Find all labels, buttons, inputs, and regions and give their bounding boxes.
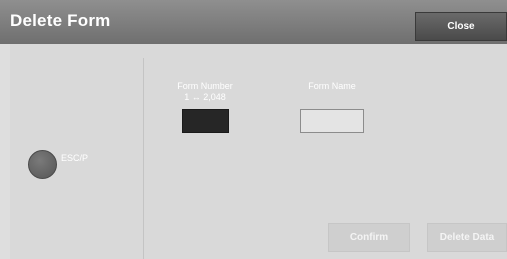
panel-divider [143,58,144,259]
esc-status-indicator-icon [28,150,57,179]
close-button[interactable]: Close [415,12,507,41]
delete-data-button[interactable]: Delete Data [427,223,507,252]
form-number-range: 1 ↔ 2,048 [184,92,226,102]
form-name-field[interactable] [300,109,364,133]
confirm-button[interactable]: Confirm [328,223,410,252]
page-title: Delete Form [10,11,111,30]
esc-status-label: ESC/P [61,153,89,163]
form-number-label: Form Number [177,81,233,91]
form-number-field[interactable] [182,109,229,133]
form-name-label: Form Name [308,81,356,91]
delete-form-screen: Delete Form Close ESC/P Form Number 1 ↔ … [0,0,507,259]
